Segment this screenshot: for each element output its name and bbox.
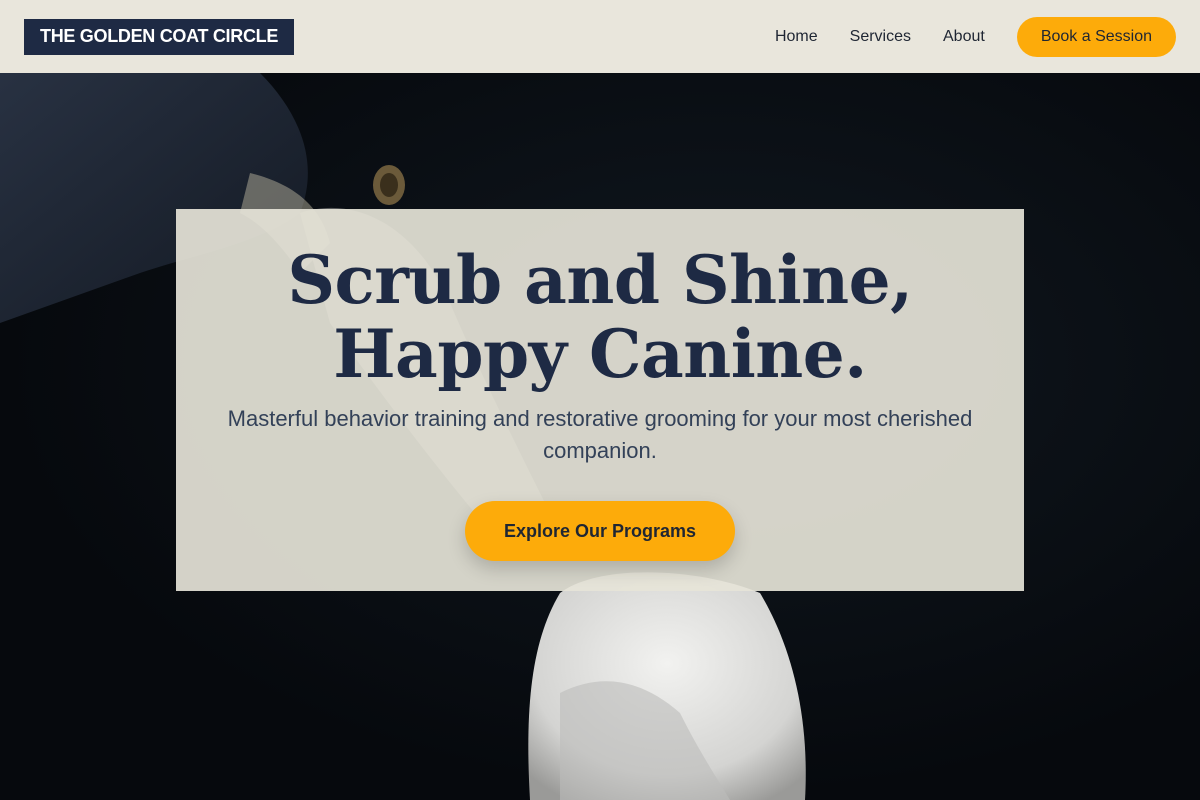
headline-line-1: Scrub and Shine, xyxy=(287,241,913,319)
site-logo[interactable]: THE GOLDEN COAT CIRCLE xyxy=(24,18,295,55)
explore-programs-button[interactable]: Explore Our Programs xyxy=(465,501,735,561)
nav-services[interactable]: Services xyxy=(850,28,911,46)
hero-card: Scrub and Shine, Happy Canine. Masterful… xyxy=(176,209,1024,591)
hero-headline: Scrub and Shine, Happy Canine. xyxy=(287,241,913,393)
hero-section: Scrub and Shine, Happy Canine. Masterful… xyxy=(0,73,1200,800)
book-session-button[interactable]: Book a Session xyxy=(1016,16,1176,57)
hero-subtitle: Masterful behavior training and restorat… xyxy=(227,406,973,463)
main-nav: Home Services About Book a Session xyxy=(743,16,1176,57)
headline-line-2: Happy Canine. xyxy=(333,315,867,393)
nav-about[interactable]: About xyxy=(943,28,985,46)
nav-home[interactable]: Home xyxy=(775,28,818,46)
site-header: THE GOLDEN COAT CIRCLE Home Services Abo… xyxy=(0,0,1200,73)
